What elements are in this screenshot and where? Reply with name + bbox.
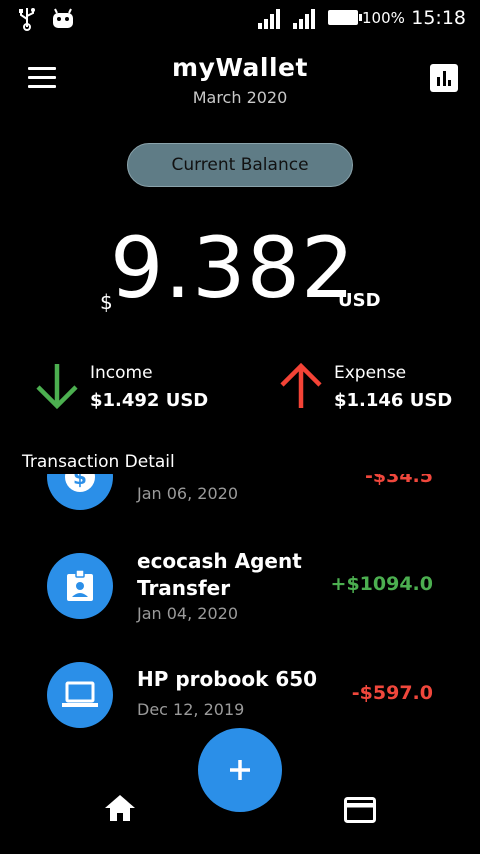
transaction-list[interactable]: $ Jan 06, 2020 -$34.5 ecocash Agent Tran… [0,474,480,764]
transaction-avatar [47,662,113,728]
list-item[interactable]: ecocash Agent Transfer Jan 04, 2020 +$10… [0,544,480,654]
status-bar: 100% 15:18 [0,0,480,38]
transaction-amount: +$1094.0 [330,573,433,595]
credit-card-icon[interactable] [344,797,376,823]
arrow-up-icon [280,362,322,408]
list-item[interactable]: $ Jan 06, 2020 -$34.5 [0,474,480,530]
transaction-name: ecocash Agent Transfer [137,549,302,600]
signal-icon [293,9,315,29]
transaction-avatar [47,553,113,619]
transaction-detail-title: Transaction Detail [22,452,175,472]
balance-amount: 9.382 [110,219,356,317]
plus-icon [230,760,250,780]
bar-chart-icon[interactable] [430,64,458,92]
home-icon[interactable] [104,794,136,822]
transaction-date: Dec 12, 2019 [137,700,245,719]
current-balance-label: Current Balance [171,155,309,175]
income-label: Income [90,363,153,383]
transaction-amount: -$597.0 [351,682,433,704]
signal-icon [258,9,280,29]
transaction-amount: -$34.5 [365,474,433,487]
battery-level: 100% [362,9,405,27]
battery-icon [328,10,362,25]
transaction-avatar: $ [47,474,113,510]
badge-icon [67,569,93,601]
income-value: $1.492 USD [90,390,209,411]
transaction-name: HP probook 650 [137,667,318,691]
dollar-icon: $ [65,474,95,492]
clock: 15:18 [411,7,466,29]
usb-icon [19,8,35,31]
arrow-down-icon [36,364,78,410]
current-balance-button[interactable]: Current Balance [127,143,353,187]
add-transaction-button[interactable] [198,728,282,812]
laptop-icon [62,681,98,707]
svg-text:$: $ [73,474,87,489]
transaction-date: Jan 04, 2020 [137,604,238,623]
expense-label: Expense [334,363,407,383]
expense-value: $1.146 USD [334,390,453,411]
app-title: myWallet [172,53,308,82]
month-label: March 2020 [192,88,288,107]
transaction-date: Jan 06, 2020 [137,484,238,503]
android-icon [53,8,73,28]
balance-unit: USD [338,290,381,311]
